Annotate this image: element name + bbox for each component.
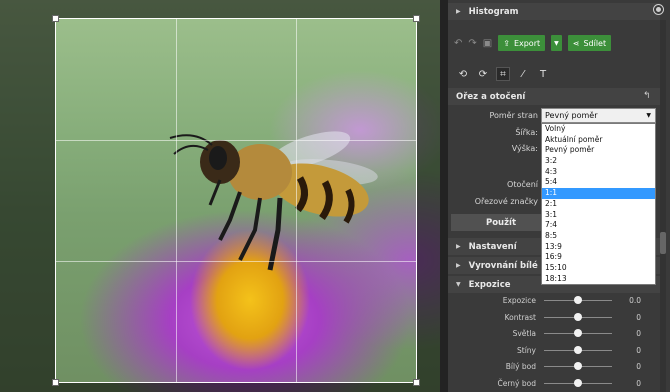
chevron-down-icon: ▼	[554, 39, 559, 47]
crop-section-header[interactable]: Ořez a otočení	[448, 88, 660, 105]
slider-row: Kontrast 0	[448, 311, 660, 325]
aspect-option[interactable]: 5:4	[542, 177, 655, 188]
crop-icon[interactable]: ⌗	[496, 67, 510, 81]
share-label: Sdílet	[583, 38, 607, 48]
slider-label: Bílý bod	[505, 362, 536, 371]
panel-separator	[440, 0, 448, 392]
action-toolbar: ↶ ↷ ▣ ⇪ Export ▼ ⋖ Sdílet	[448, 30, 660, 56]
expand-triangle-icon: ▶	[456, 243, 461, 250]
flip-icon[interactable]: ⟳	[476, 67, 490, 81]
crop-mask-bottom	[55, 383, 417, 392]
aspect-option[interactable]: Pevný poměr	[542, 145, 655, 156]
back-arrow-icon[interactable]: ↰	[643, 91, 651, 101]
share-icon: ⋖	[572, 38, 580, 48]
redo-icon[interactable]: ↷	[468, 38, 476, 49]
slider-row: Expozice 0.0	[448, 294, 660, 308]
circle-dot-icon[interactable]	[654, 5, 663, 14]
export-button[interactable]: ⇪ Export	[498, 35, 546, 51]
aspect-option[interactable]: 16:9	[542, 252, 655, 263]
width-label: Šířka:	[515, 128, 538, 137]
slider-value: 0	[636, 329, 641, 338]
scrollbar-thumb[interactable]	[660, 232, 666, 254]
slider-row: Černý bod 0	[448, 377, 660, 391]
panel-scrollbar[interactable]	[660, 20, 666, 392]
aspect-option[interactable]: 18:13	[542, 274, 655, 285]
crop-marks-label: Ořezové značky	[474, 197, 538, 206]
aspect-option[interactable]: 4:3	[542, 167, 655, 178]
aspect-select-value: Pevný poměr	[545, 111, 598, 120]
slider-row: Stíny 0	[448, 344, 660, 358]
photo-canvas[interactable]	[0, 0, 440, 392]
crop-handle-top-right[interactable]	[413, 15, 420, 22]
aspect-label: Poměr stran	[489, 111, 538, 120]
export-label: Export	[513, 38, 541, 48]
slider-knob[interactable]	[574, 378, 582, 387]
crop-mask-left	[0, 0, 55, 392]
aspect-dropdown-list: Volný Aktuální poměr Pevný poměr 3:2 4:3 5:4 1…	[541, 123, 656, 286]
slider-label: Expozice	[502, 296, 536, 305]
export-icon: ⇪	[503, 38, 510, 48]
histogram-header[interactable]: ▶ Histogram	[448, 3, 660, 20]
aspect-option[interactable]: 7:4	[542, 220, 655, 231]
crop-grid-line	[56, 261, 416, 262]
aspect-option[interactable]: 8:5	[542, 231, 655, 242]
aspect-option[interactable]: 3:2	[542, 156, 655, 167]
expand-triangle-icon: ▶	[456, 262, 461, 269]
slider-label: Stíny	[517, 345, 536, 355]
crop-handle-top-left[interactable]	[52, 15, 59, 22]
slider-knob[interactable]	[574, 296, 582, 304]
crop-grid-line	[176, 19, 177, 382]
compare-icon[interactable]: ▣	[483, 38, 492, 49]
slider-value: 0	[636, 345, 641, 355]
settings-title: Nastavení	[468, 241, 517, 252]
perspective-icon[interactable]: ⁄	[516, 67, 530, 81]
crop-grid-line	[296, 19, 297, 382]
undo-icon[interactable]: ↶	[454, 38, 462, 49]
apply-button[interactable]: Použít	[451, 214, 551, 231]
tools-row: ⟲ ⟳ ⌗ ⁄ T	[448, 64, 660, 84]
slider-label: Světla	[512, 329, 536, 338]
exposure-title: Expozice	[468, 279, 511, 290]
slider-value: 0	[636, 362, 641, 371]
aspect-option[interactable]: Aktuální poměr	[542, 135, 655, 146]
slider-knob[interactable]	[574, 345, 582, 354]
aspect-option[interactable]: 13:9	[542, 242, 655, 253]
rotate-icon[interactable]: ⟲	[456, 67, 470, 81]
slider-row: Světla 0	[448, 327, 660, 341]
histogram-title: Histogram	[468, 6, 519, 17]
crop-section-title: Ořez a otočení	[456, 91, 526, 102]
crop-handle-bottom-left[interactable]	[52, 379, 59, 386]
export-dropdown-button[interactable]: ▼	[551, 35, 562, 51]
slider-value: 0.0	[629, 296, 641, 305]
crop-grid-line	[56, 140, 416, 141]
expand-triangle-icon: ▶	[456, 8, 461, 15]
text-icon[interactable]: T	[536, 67, 550, 81]
slider-label: Kontrast	[504, 312, 536, 322]
aspect-option[interactable]: 2:1	[542, 199, 655, 210]
slider-knob[interactable]	[574, 312, 582, 321]
slider-row: Bílý bod 0	[448, 360, 660, 374]
share-button[interactable]: ⋖ Sdílet	[567, 35, 612, 51]
collapse-triangle-icon: ▼	[456, 281, 461, 288]
slider-knob[interactable]	[574, 329, 582, 337]
slider-label: Černý bod	[497, 378, 537, 388]
white-balance-title: Vyrovnání bílé	[468, 260, 538, 271]
chevron-down-icon: ▼	[646, 112, 651, 119]
slider-value: 0	[636, 312, 641, 322]
rotation-label: Otočení	[507, 180, 538, 189]
slider-value: 0	[636, 378, 641, 388]
aspect-option[interactable]: Volný	[542, 124, 655, 135]
crop-mask-right	[417, 0, 440, 392]
crop-handle-bottom-right[interactable]	[413, 379, 420, 386]
crop-frame[interactable]	[52, 15, 420, 386]
aspect-option[interactable]: 15:10	[542, 263, 655, 274]
slider-knob[interactable]	[574, 362, 582, 370]
aspect-select[interactable]: Pevný poměr ▼	[541, 108, 656, 123]
height-label: Výška:	[511, 144, 538, 153]
aspect-option[interactable]: 1:1	[542, 188, 655, 199]
crop-mask-top	[55, 0, 417, 18]
aspect-option[interactable]: 3:1	[542, 210, 655, 221]
